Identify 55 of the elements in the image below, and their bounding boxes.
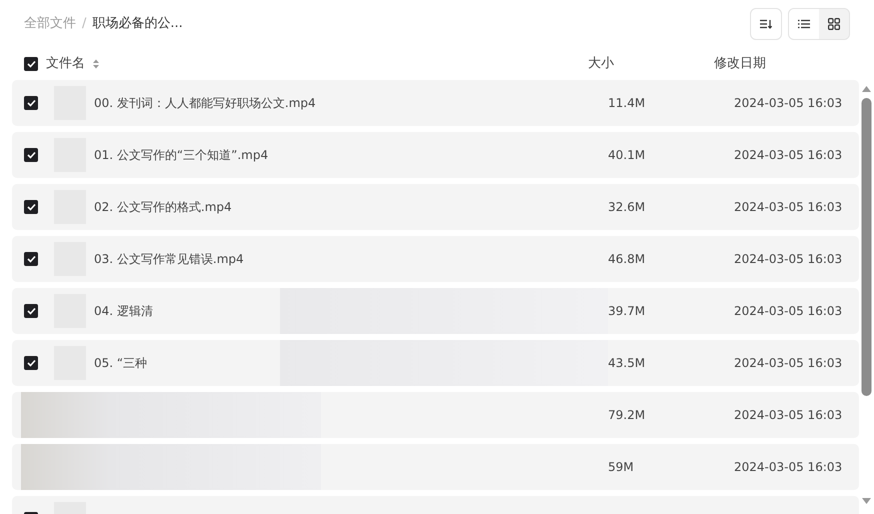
modified-date: 2024-03-05 16:03 [734,148,842,162]
modified-date: 2024-03-05 16:03 [734,304,842,318]
check-icon [26,307,36,315]
breadcrumb-current: 职场必备的公... [92,15,183,34]
check-icon [26,151,36,159]
checkbox[interactable] [24,252,38,266]
column-header: 修改日期 [714,56,766,72]
checkbox[interactable] [24,96,38,110]
file-name: 03. 公文写作常见错误.mp4 [94,251,244,268]
file-name: 05. “三种 [94,355,148,372]
modified-date: 2024-03-05 16:03 [734,252,842,266]
checkbox[interactable] [24,356,38,370]
check-icon [26,60,36,68]
column-header: 大小 [588,56,614,72]
file-name: 01. 公文写作的“三个知道”.mp4 [94,147,268,164]
checkbox[interactable] [24,200,38,214]
file-size: 32.6M [608,200,646,214]
file-row[interactable]: 03. 公文写作常见错误.mp4 46.8M 2024-03-05 16:03 [12,236,859,282]
list-icon [798,19,810,29]
column-header[interactable]: 文件名 [46,54,85,74]
file-name: 04. 逻辑清 [94,303,153,320]
file-name: 00. 发刊词：人人都能写好职场公文.mp4 [94,95,316,112]
file-size: 39.7M [608,304,646,318]
modified-date: 2024-03-05 16:03 [734,200,842,214]
sort-icon [760,19,772,29]
file-row[interactable]: 04. 逻辑清 39.7M 2024-03-05 16:03 [12,288,859,334]
checkbox[interactable] [24,148,38,162]
modified-date: 2024-03-05 16:03 [734,356,842,370]
modified-date: 2024-03-05 16:03 [734,460,842,474]
file-row[interactable]: 02. 公文写作的格式.mp4 32.6M 2024-03-05 16:03 [12,184,859,230]
view-list-button[interactable] [789,9,819,39]
file-row[interactable]: 05. “三种 43.5M 2024-03-05 16:03 [12,340,859,386]
file-size: 40.1M [608,148,646,162]
sort-arrows-icon[interactable] [93,59,99,69]
file-row[interactable]: 59M 2024-03-05 16:03 [12,444,859,490]
grid-icon [828,18,840,30]
file-row[interactable]: 79.2M 2024-03-05 16:03 [12,392,859,438]
file-row[interactable]: 01. 公文写作的“三个知道”.mp4 40.1M 2024-03-05 16:03 [12,132,859,178]
file-size: 43.5M [608,356,646,370]
file-size: 79.2M [608,408,646,422]
check-icon [26,255,36,263]
check-icon [26,359,36,367]
file-size: 59M [608,460,634,474]
modified-date: 2024-03-05 16:03 [734,96,842,110]
file-row[interactable]: 00. 发刊词：人人都能写好职场公文.mp4 11.4M 2024-03-05 16:03 [12,80,859,126]
modified-date: 2024-03-05 16:03 [734,408,842,422]
file-name: 02. 公文写作的格式.mp4 [94,199,232,216]
check-icon [26,99,36,107]
breadcrumb-separator: / [82,15,86,34]
check-icon [26,203,36,211]
checkbox[interactable] [24,57,38,71]
sort-button[interactable] [750,8,782,40]
file-size: 46.8M [608,252,646,266]
file-size: 11.4M [608,96,646,110]
checkbox[interactable] [24,304,38,318]
